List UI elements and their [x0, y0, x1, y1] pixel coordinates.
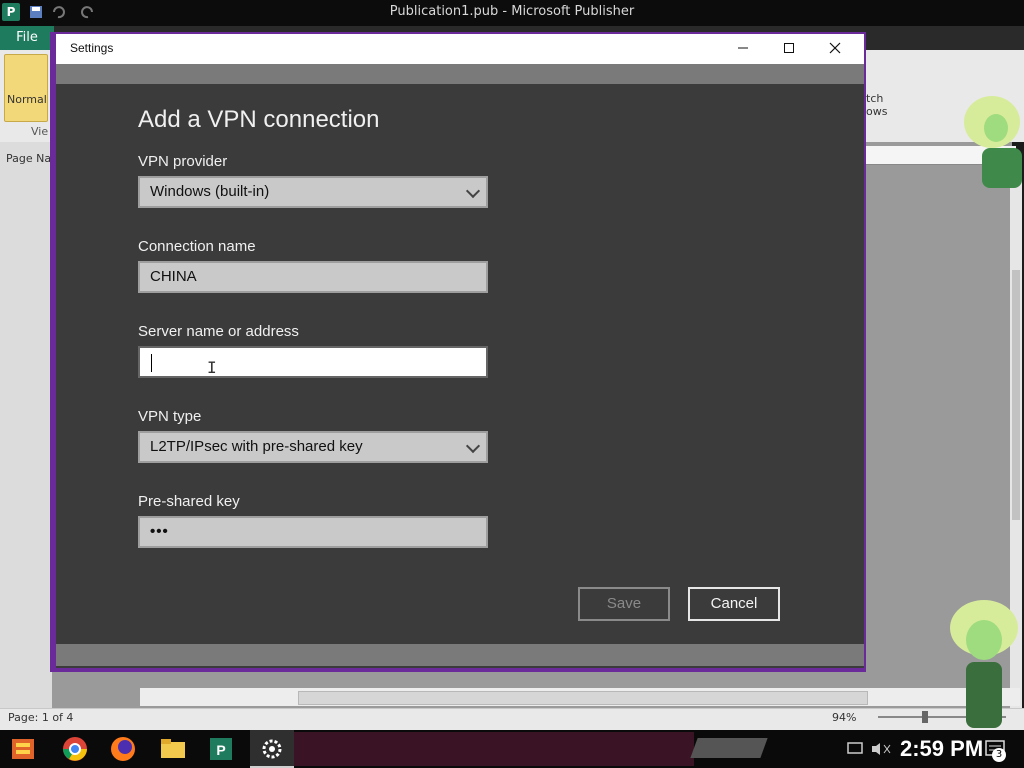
vpn-type-label: VPN type	[138, 408, 202, 425]
connection-name-label: Connection name	[138, 238, 256, 255]
settings-gear-icon[interactable]	[255, 734, 289, 764]
cancel-button[interactable]: Cancel	[688, 587, 780, 621]
server-address-input[interactable]: I	[138, 346, 488, 378]
taskbar-clock[interactable]: 2:59 PM	[900, 736, 983, 762]
status-bar	[0, 708, 1024, 731]
maximize-button[interactable]	[766, 34, 812, 64]
vpn-type-select[interactable]: L2TP/IPsec with pre-shared key	[138, 431, 488, 463]
text-caret	[151, 354, 152, 372]
preshared-key-label: Pre-shared key	[138, 493, 240, 510]
character-sticker-top	[964, 96, 1022, 188]
view-group-label: Vie	[31, 125, 49, 138]
vpn-provider-value: Windows (built-in)	[150, 183, 270, 200]
vpn-provider-select[interactable]: Windows (built-in)	[138, 176, 488, 208]
vpn-provider-label: VPN provider	[138, 153, 228, 170]
file-tab[interactable]: File	[0, 26, 54, 50]
maximize-icon	[784, 43, 794, 53]
preshared-key-value: •••	[150, 523, 169, 540]
system-tray-icons[interactable]	[846, 740, 894, 758]
status-page-count: Page: 1 of 4	[8, 711, 74, 724]
svg-text:P: P	[216, 742, 225, 758]
page-title: Add a VPN connection	[138, 106, 380, 133]
firefox-icon[interactable]	[106, 734, 140, 764]
normal-view-button[interactable]: Normal	[4, 54, 48, 122]
chevron-down-icon	[465, 438, 481, 454]
vpn-type-value: L2TP/IPsec with pre-shared key	[150, 438, 363, 455]
save-button[interactable]: Save	[578, 587, 670, 621]
normal-view-label: Normal	[7, 93, 47, 106]
dialog-top-strip	[56, 64, 864, 84]
close-icon	[829, 42, 841, 54]
publisher-title: Publication1.pub - Microsoft Publisher	[389, 4, 635, 19]
connection-name-input[interactable]: CHINA	[138, 261, 488, 293]
zoom-level: 94%	[832, 711, 857, 724]
notification-count-badge: 3	[992, 748, 1006, 762]
dialog-title: Settings	[70, 41, 114, 55]
vertical-scrollbar-thumb[interactable]	[1012, 270, 1020, 520]
settings-dialog: Settings Add a VPN connection VPN provid…	[56, 34, 864, 668]
minimize-icon	[738, 47, 748, 49]
server-address-label: Server name or address	[138, 323, 299, 340]
connection-name-value: CHINA	[150, 268, 197, 285]
start-icon[interactable]	[6, 734, 40, 764]
taskbar-theme-band	[294, 732, 694, 766]
page-navigation-pane[interactable]	[0, 142, 52, 708]
horizontal-scrollbar-thumb[interactable]	[298, 691, 868, 705]
character-sticker-bottom	[950, 600, 1018, 728]
preshared-key-input[interactable]: •••	[138, 516, 488, 548]
taskbar-theme-accent	[690, 738, 768, 758]
ribbon-partial-label: tch ows	[866, 92, 888, 118]
folder-icon[interactable]	[156, 734, 190, 764]
minimize-button[interactable]	[720, 34, 766, 64]
publisher-icon[interactable]: P	[204, 734, 238, 764]
dialog-bottom-strip	[56, 644, 864, 666]
ibeam-cursor-icon: I	[207, 358, 217, 377]
chrome-icon[interactable]	[58, 734, 92, 764]
close-button[interactable]	[812, 34, 858, 64]
chevron-down-icon	[465, 183, 481, 199]
zoom-slider-thumb[interactable]	[922, 711, 928, 723]
